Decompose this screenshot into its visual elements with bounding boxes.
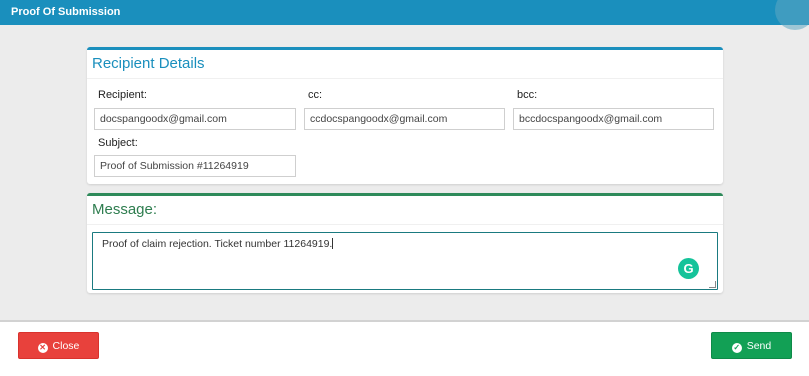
send-button-label: Send <box>746 340 772 352</box>
modal-footer: ✕ Close ✓ Send <box>0 320 809 376</box>
window-titlebar: Proof Of Submission <box>0 0 809 30</box>
close-button-label: Close <box>52 340 80 352</box>
message-title: Message: <box>87 196 723 225</box>
bcc-label: bcc: <box>517 89 538 101</box>
cc-input[interactable]: ccdocspangoodx@gmail.com <box>304 108 505 130</box>
message-body: Proof of claim rejection. Ticket number … <box>102 238 333 250</box>
close-circle-icon: ✕ <box>37 343 48 353</box>
titlebar-corner-decoration <box>775 0 809 30</box>
cc-label: cc: <box>308 89 323 101</box>
subject-input[interactable]: Proof of Submission #11264919 <box>94 155 296 177</box>
message-textarea[interactable]: Proof of claim rejection. Ticket number … <box>92 232 718 290</box>
recipient-details-title: Recipient Details <box>87 50 723 79</box>
message-panel: Message: Proof of claim rejection. Ticke… <box>87 193 723 293</box>
close-button[interactable]: ✕ Close <box>18 332 99 359</box>
textarea-resize-handle[interactable] <box>709 281 716 288</box>
subject-label: Subject: <box>98 137 138 149</box>
grammarly-icon[interactable]: G <box>678 258 699 279</box>
send-button[interactable]: ✓ Send <box>711 332 792 359</box>
window-title: Proof Of Submission <box>11 6 121 18</box>
check-circle-icon: ✓ <box>731 343 742 353</box>
bcc-input[interactable]: bccdocspangoodx@gmail.com <box>513 108 714 130</box>
recipient-label: Recipient: <box>98 89 147 101</box>
recipient-details-panel: Recipient Details Recipient: docspangood… <box>87 47 723 184</box>
text-cursor <box>332 238 334 249</box>
recipient-input[interactable]: docspangoodx@gmail.com <box>94 108 296 130</box>
